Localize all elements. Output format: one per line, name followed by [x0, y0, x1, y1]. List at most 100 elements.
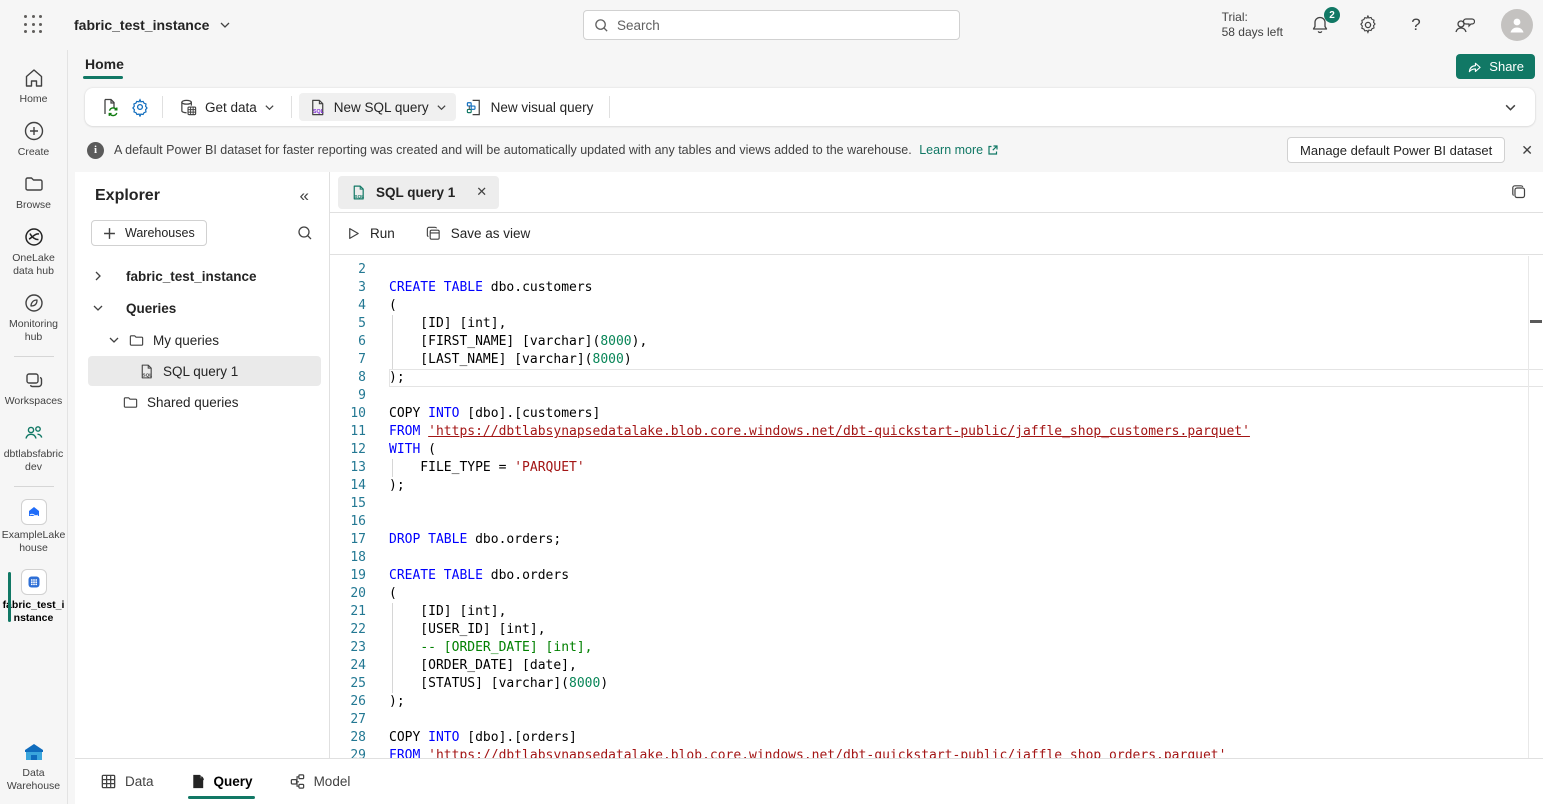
share-button[interactable]: Share [1456, 54, 1535, 79]
folder-icon [128, 332, 145, 349]
banner-message: A default Power BI dataset for faster re… [114, 143, 999, 157]
code-line[interactable]: 13 FILE_TYPE = 'PARQUET' [330, 459, 1543, 477]
editor-scrollbar[interactable] [1528, 256, 1529, 758]
tab-sql-query-1[interactable]: SQL SQL query 1 ✕ [338, 176, 499, 209]
tree-item-queries[interactable]: Queries [75, 292, 329, 324]
code-line[interactable]: 11FROM 'https://dbtlabsynapsedatalake.bl… [330, 423, 1543, 441]
search-icon [594, 18, 609, 33]
code-line[interactable]: 26); [330, 693, 1543, 711]
nav-item-fabric-test-instance[interactable]: fabric_test_instance [0, 562, 68, 632]
line-number: 11 [330, 423, 366, 441]
code-line[interactable]: 7 [LAST_NAME] [varchar](8000) [330, 351, 1543, 369]
code-line[interactable]: 24 [ORDER_DATE] [date], [330, 657, 1543, 675]
scrollbar-thumb[interactable] [1530, 320, 1542, 323]
code-line[interactable]: 16 [330, 513, 1543, 531]
nav-workspace-dbtlabsfabricdev[interactable]: dbtlabsfabricdev [0, 415, 68, 481]
search-input[interactable] [617, 18, 949, 33]
code-line[interactable]: 4( [330, 297, 1543, 315]
chevron-right-icon [92, 270, 104, 282]
workspace-switcher[interactable]: fabric_test_instance [74, 17, 231, 33]
collapse-ribbon-button[interactable] [1504, 101, 1517, 114]
feedback-button[interactable] [1453, 14, 1475, 36]
sql-file-icon: SQL [308, 98, 327, 117]
copy-icon[interactable] [1510, 183, 1528, 201]
app-launcher-icon[interactable] [24, 15, 44, 35]
main-content: Explorer « Warehouses fabric_test_instan… [75, 172, 1543, 804]
code-line[interactable]: 23 -- [ORDER_DATE] [int], [330, 639, 1543, 657]
tree-item-warehouse[interactable]: fabric_test_instance [75, 260, 329, 292]
feedback-icon [1453, 15, 1475, 35]
collapse-explorer-icon[interactable]: « [300, 186, 309, 206]
lakehouse-icon [21, 499, 47, 525]
code-line[interactable]: 6 [FIRST_NAME] [varchar](8000), [330, 333, 1543, 351]
code-line[interactable]: 17DROP TABLE dbo.orders; [330, 531, 1543, 549]
code-line[interactable]: 5 [ID] [int], [330, 315, 1543, 333]
close-tab-icon[interactable]: ✕ [476, 184, 487, 200]
ribbon-toolbar: Get data SQL New SQL query New visual qu… [85, 88, 1535, 126]
line-number: 16 [330, 513, 366, 531]
code-line[interactable]: 12WITH ( [330, 441, 1543, 459]
nav-create[interactable]: Create [0, 113, 68, 166]
new-sql-query-button[interactable]: SQL New SQL query [299, 93, 456, 121]
nav-home[interactable]: Home [0, 60, 68, 113]
code-line[interactable]: 22 [USER_ID] [int], [330, 621, 1543, 639]
code-line[interactable]: 20( [330, 585, 1543, 603]
get-data-button[interactable]: Get data [170, 93, 284, 121]
line-number: 27 [330, 711, 366, 729]
nav-item-examplelakehouse[interactable]: ExampleLakehouse [0, 492, 68, 562]
code-line[interactable]: 3CREATE TABLE dbo.customers [330, 279, 1543, 297]
code-line[interactable]: 18 [330, 549, 1543, 567]
svg-text:SQL: SQL [313, 109, 325, 115]
nav-workspaces[interactable]: Workspaces [0, 362, 68, 415]
tree-item-shared-queries[interactable]: Shared queries [75, 386, 329, 418]
tab-data[interactable]: Data [100, 759, 154, 804]
code-line[interactable]: 29FROM 'https://dbtlabsynapsedatalake.bl… [330, 747, 1543, 758]
code-line[interactable]: 27 [330, 711, 1543, 729]
banner-close-icon[interactable]: ✕ [1521, 142, 1533, 159]
global-search[interactable] [583, 10, 960, 40]
new-visual-query-button[interactable]: New visual query [456, 93, 603, 121]
nav-monitoring-hub[interactable]: Monitoring hub [0, 285, 68, 351]
nav-data-warehouse[interactable]: Data Warehouse [0, 734, 68, 800]
code-line[interactable]: 25 [STATUS] [varchar](8000) [330, 675, 1543, 693]
nav-onelake-data-hub[interactable]: OneLake data hub [0, 219, 68, 285]
query-tab-strip: SQL SQL query 1 ✕ [330, 172, 1543, 213]
refresh-semantic-model-button[interactable] [95, 93, 125, 121]
code-line[interactable]: 2 [330, 261, 1543, 279]
search-icon[interactable] [297, 225, 313, 241]
code-line[interactable]: 9 [330, 387, 1543, 405]
manage-dataset-button[interactable]: Manage default Power BI dataset [1287, 137, 1505, 163]
code-line[interactable]: 15 [330, 495, 1543, 513]
code-line[interactable]: 21 [ID] [int], [330, 603, 1543, 621]
tab-home[interactable]: Home [83, 52, 126, 76]
code-line[interactable]: 14); [330, 477, 1543, 495]
code-line[interactable]: 28COPY INTO [dbo].[orders] [330, 729, 1543, 747]
warehouse-settings-button[interactable] [125, 93, 155, 121]
add-warehouses-button[interactable]: Warehouses [91, 220, 207, 246]
line-number: 29 [330, 747, 366, 758]
sql-code-editor[interactable]: 23CREATE TABLE dbo.customers4(5 [ID] [in… [330, 255, 1543, 758]
share-icon [1467, 60, 1482, 74]
workspaces-icon [23, 369, 45, 391]
toolbar-divider [609, 96, 610, 118]
top-header: fabric_test_instance Trial: 58 days left… [0, 0, 1543, 50]
tab-model[interactable]: Model [289, 759, 351, 804]
data-grid-icon [100, 773, 117, 790]
nav-browse[interactable]: Browse [0, 166, 68, 219]
tree-item-sql-query-1[interactable]: SQL SQL query 1 [88, 356, 321, 386]
code-line[interactable]: 19CREATE TABLE dbo.orders [330, 567, 1543, 585]
tab-query[interactable]: Query [190, 759, 253, 804]
tree-item-my-queries[interactable]: My queries [75, 324, 329, 356]
settings-button[interactable] [1357, 14, 1379, 36]
run-button[interactable]: Run [346, 226, 395, 241]
save-as-view-button[interactable]: Save as view [425, 225, 531, 242]
learn-more-link[interactable]: Learn more [919, 143, 999, 157]
code-line[interactable]: 10COPY INTO [dbo].[customers] [330, 405, 1543, 423]
account-avatar[interactable] [1501, 9, 1533, 41]
view-switcher-bar: Data Query Model [75, 758, 1543, 804]
help-button[interactable]: ? [1405, 14, 1427, 36]
notifications-button[interactable]: 2 [1309, 14, 1331, 36]
info-banner: i A default Power BI dataset for faster … [75, 128, 1543, 172]
toolbar-divider [162, 96, 163, 118]
code-line[interactable]: 8); [330, 369, 1543, 387]
